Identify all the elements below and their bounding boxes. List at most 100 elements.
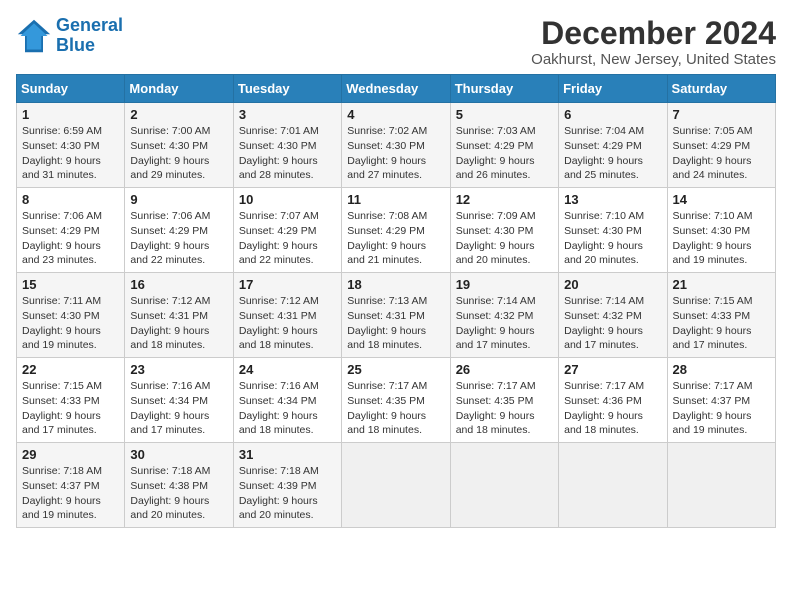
day-number: 17 bbox=[239, 277, 336, 292]
day-info: Sunrise: 7:12 AM Sunset: 4:31 PM Dayligh… bbox=[239, 294, 336, 353]
title-area: December 2024 Oakhurst, New Jersey, Unit… bbox=[531, 16, 776, 68]
day-number: 4 bbox=[347, 107, 444, 122]
day-number: 23 bbox=[130, 362, 227, 377]
calendar-cell: 20 Sunrise: 7:14 AM Sunset: 4:32 PM Dayl… bbox=[559, 273, 667, 358]
calendar-week-2: 8 Sunrise: 7:06 AM Sunset: 4:29 PM Dayli… bbox=[17, 188, 776, 273]
day-info: Sunrise: 7:15 AM Sunset: 4:33 PM Dayligh… bbox=[673, 294, 770, 353]
day-info: Sunrise: 6:59 AM Sunset: 4:30 PM Dayligh… bbox=[22, 124, 119, 183]
calendar-cell: 23 Sunrise: 7:16 AM Sunset: 4:34 PM Dayl… bbox=[125, 358, 233, 443]
day-info: Sunrise: 7:02 AM Sunset: 4:30 PM Dayligh… bbox=[347, 124, 444, 183]
day-info: Sunrise: 7:14 AM Sunset: 4:32 PM Dayligh… bbox=[564, 294, 661, 353]
subtitle: Oakhurst, New Jersey, United States bbox=[531, 51, 776, 68]
calendar-cell bbox=[342, 443, 450, 528]
day-info: Sunrise: 7:07 AM Sunset: 4:29 PM Dayligh… bbox=[239, 209, 336, 268]
day-info: Sunrise: 7:09 AM Sunset: 4:30 PM Dayligh… bbox=[456, 209, 553, 268]
calendar-cell bbox=[450, 443, 558, 528]
day-info: Sunrise: 7:15 AM Sunset: 4:33 PM Dayligh… bbox=[22, 379, 119, 438]
day-number: 12 bbox=[456, 192, 553, 207]
calendar: SundayMondayTuesdayWednesdayThursdayFrid… bbox=[16, 74, 776, 528]
logo-icon bbox=[16, 18, 52, 54]
day-info: Sunrise: 7:17 AM Sunset: 4:35 PM Dayligh… bbox=[456, 379, 553, 438]
day-info: Sunrise: 7:10 AM Sunset: 4:30 PM Dayligh… bbox=[673, 209, 770, 268]
calendar-cell: 4 Sunrise: 7:02 AM Sunset: 4:30 PM Dayli… bbox=[342, 103, 450, 188]
calendar-header-row: SundayMondayTuesdayWednesdayThursdayFrid… bbox=[17, 75, 776, 103]
calendar-cell: 14 Sunrise: 7:10 AM Sunset: 4:30 PM Dayl… bbox=[667, 188, 775, 273]
calendar-cell: 31 Sunrise: 7:18 AM Sunset: 4:39 PM Dayl… bbox=[233, 443, 341, 528]
calendar-cell: 30 Sunrise: 7:18 AM Sunset: 4:38 PM Dayl… bbox=[125, 443, 233, 528]
day-info: Sunrise: 7:10 AM Sunset: 4:30 PM Dayligh… bbox=[564, 209, 661, 268]
calendar-cell: 12 Sunrise: 7:09 AM Sunset: 4:30 PM Dayl… bbox=[450, 188, 558, 273]
day-info: Sunrise: 7:03 AM Sunset: 4:29 PM Dayligh… bbox=[456, 124, 553, 183]
day-number: 9 bbox=[130, 192, 227, 207]
calendar-cell bbox=[559, 443, 667, 528]
calendar-cell: 2 Sunrise: 7:00 AM Sunset: 4:30 PM Dayli… bbox=[125, 103, 233, 188]
header-monday: Monday bbox=[125, 75, 233, 103]
logo-text: General Blue bbox=[56, 16, 123, 56]
day-info: Sunrise: 7:12 AM Sunset: 4:31 PM Dayligh… bbox=[130, 294, 227, 353]
calendar-cell: 26 Sunrise: 7:17 AM Sunset: 4:35 PM Dayl… bbox=[450, 358, 558, 443]
day-number: 28 bbox=[673, 362, 770, 377]
calendar-week-5: 29 Sunrise: 7:18 AM Sunset: 4:37 PM Dayl… bbox=[17, 443, 776, 528]
calendar-cell: 25 Sunrise: 7:17 AM Sunset: 4:35 PM Dayl… bbox=[342, 358, 450, 443]
calendar-cell: 6 Sunrise: 7:04 AM Sunset: 4:29 PM Dayli… bbox=[559, 103, 667, 188]
calendar-week-3: 15 Sunrise: 7:11 AM Sunset: 4:30 PM Dayl… bbox=[17, 273, 776, 358]
header-saturday: Saturday bbox=[667, 75, 775, 103]
day-info: Sunrise: 7:00 AM Sunset: 4:30 PM Dayligh… bbox=[130, 124, 227, 183]
calendar-cell: 8 Sunrise: 7:06 AM Sunset: 4:29 PM Dayli… bbox=[17, 188, 125, 273]
calendar-cell: 15 Sunrise: 7:11 AM Sunset: 4:30 PM Dayl… bbox=[17, 273, 125, 358]
day-number: 16 bbox=[130, 277, 227, 292]
day-number: 20 bbox=[564, 277, 661, 292]
logo: General Blue bbox=[16, 16, 123, 56]
calendar-cell: 3 Sunrise: 7:01 AM Sunset: 4:30 PM Dayli… bbox=[233, 103, 341, 188]
day-number: 25 bbox=[347, 362, 444, 377]
day-number: 27 bbox=[564, 362, 661, 377]
calendar-cell: 16 Sunrise: 7:12 AM Sunset: 4:31 PM Dayl… bbox=[125, 273, 233, 358]
day-number: 19 bbox=[456, 277, 553, 292]
day-number: 30 bbox=[130, 447, 227, 462]
header-sunday: Sunday bbox=[17, 75, 125, 103]
header-thursday: Thursday bbox=[450, 75, 558, 103]
calendar-cell: 10 Sunrise: 7:07 AM Sunset: 4:29 PM Dayl… bbox=[233, 188, 341, 273]
day-number: 18 bbox=[347, 277, 444, 292]
day-info: Sunrise: 7:18 AM Sunset: 4:38 PM Dayligh… bbox=[130, 464, 227, 523]
day-info: Sunrise: 7:17 AM Sunset: 4:37 PM Dayligh… bbox=[673, 379, 770, 438]
day-info: Sunrise: 7:06 AM Sunset: 4:29 PM Dayligh… bbox=[130, 209, 227, 268]
calendar-cell: 27 Sunrise: 7:17 AM Sunset: 4:36 PM Dayl… bbox=[559, 358, 667, 443]
day-number: 5 bbox=[456, 107, 553, 122]
day-info: Sunrise: 7:05 AM Sunset: 4:29 PM Dayligh… bbox=[673, 124, 770, 183]
logo-general: General bbox=[56, 15, 123, 35]
day-info: Sunrise: 7:11 AM Sunset: 4:30 PM Dayligh… bbox=[22, 294, 119, 353]
day-number: 2 bbox=[130, 107, 227, 122]
day-number: 26 bbox=[456, 362, 553, 377]
calendar-cell: 17 Sunrise: 7:12 AM Sunset: 4:31 PM Dayl… bbox=[233, 273, 341, 358]
day-number: 14 bbox=[673, 192, 770, 207]
day-info: Sunrise: 7:18 AM Sunset: 4:39 PM Dayligh… bbox=[239, 464, 336, 523]
day-number: 21 bbox=[673, 277, 770, 292]
day-info: Sunrise: 7:13 AM Sunset: 4:31 PM Dayligh… bbox=[347, 294, 444, 353]
day-number: 6 bbox=[564, 107, 661, 122]
calendar-cell: 24 Sunrise: 7:16 AM Sunset: 4:34 PM Dayl… bbox=[233, 358, 341, 443]
header-friday: Friday bbox=[559, 75, 667, 103]
day-number: 29 bbox=[22, 447, 119, 462]
logo-blue: Blue bbox=[56, 35, 95, 55]
calendar-cell: 18 Sunrise: 7:13 AM Sunset: 4:31 PM Dayl… bbox=[342, 273, 450, 358]
calendar-cell: 21 Sunrise: 7:15 AM Sunset: 4:33 PM Dayl… bbox=[667, 273, 775, 358]
calendar-cell: 13 Sunrise: 7:10 AM Sunset: 4:30 PM Dayl… bbox=[559, 188, 667, 273]
day-info: Sunrise: 7:16 AM Sunset: 4:34 PM Dayligh… bbox=[239, 379, 336, 438]
header-tuesday: Tuesday bbox=[233, 75, 341, 103]
calendar-cell: 29 Sunrise: 7:18 AM Sunset: 4:37 PM Dayl… bbox=[17, 443, 125, 528]
calendar-cell: 7 Sunrise: 7:05 AM Sunset: 4:29 PM Dayli… bbox=[667, 103, 775, 188]
calendar-cell: 9 Sunrise: 7:06 AM Sunset: 4:29 PM Dayli… bbox=[125, 188, 233, 273]
day-info: Sunrise: 7:16 AM Sunset: 4:34 PM Dayligh… bbox=[130, 379, 227, 438]
calendar-week-4: 22 Sunrise: 7:15 AM Sunset: 4:33 PM Dayl… bbox=[17, 358, 776, 443]
day-number: 11 bbox=[347, 192, 444, 207]
day-info: Sunrise: 7:06 AM Sunset: 4:29 PM Dayligh… bbox=[22, 209, 119, 268]
header-wednesday: Wednesday bbox=[342, 75, 450, 103]
header: General Blue December 2024 Oakhurst, New… bbox=[16, 16, 776, 68]
calendar-week-1: 1 Sunrise: 6:59 AM Sunset: 4:30 PM Dayli… bbox=[17, 103, 776, 188]
calendar-cell bbox=[667, 443, 775, 528]
day-number: 22 bbox=[22, 362, 119, 377]
day-info: Sunrise: 7:01 AM Sunset: 4:30 PM Dayligh… bbox=[239, 124, 336, 183]
day-number: 13 bbox=[564, 192, 661, 207]
day-number: 8 bbox=[22, 192, 119, 207]
